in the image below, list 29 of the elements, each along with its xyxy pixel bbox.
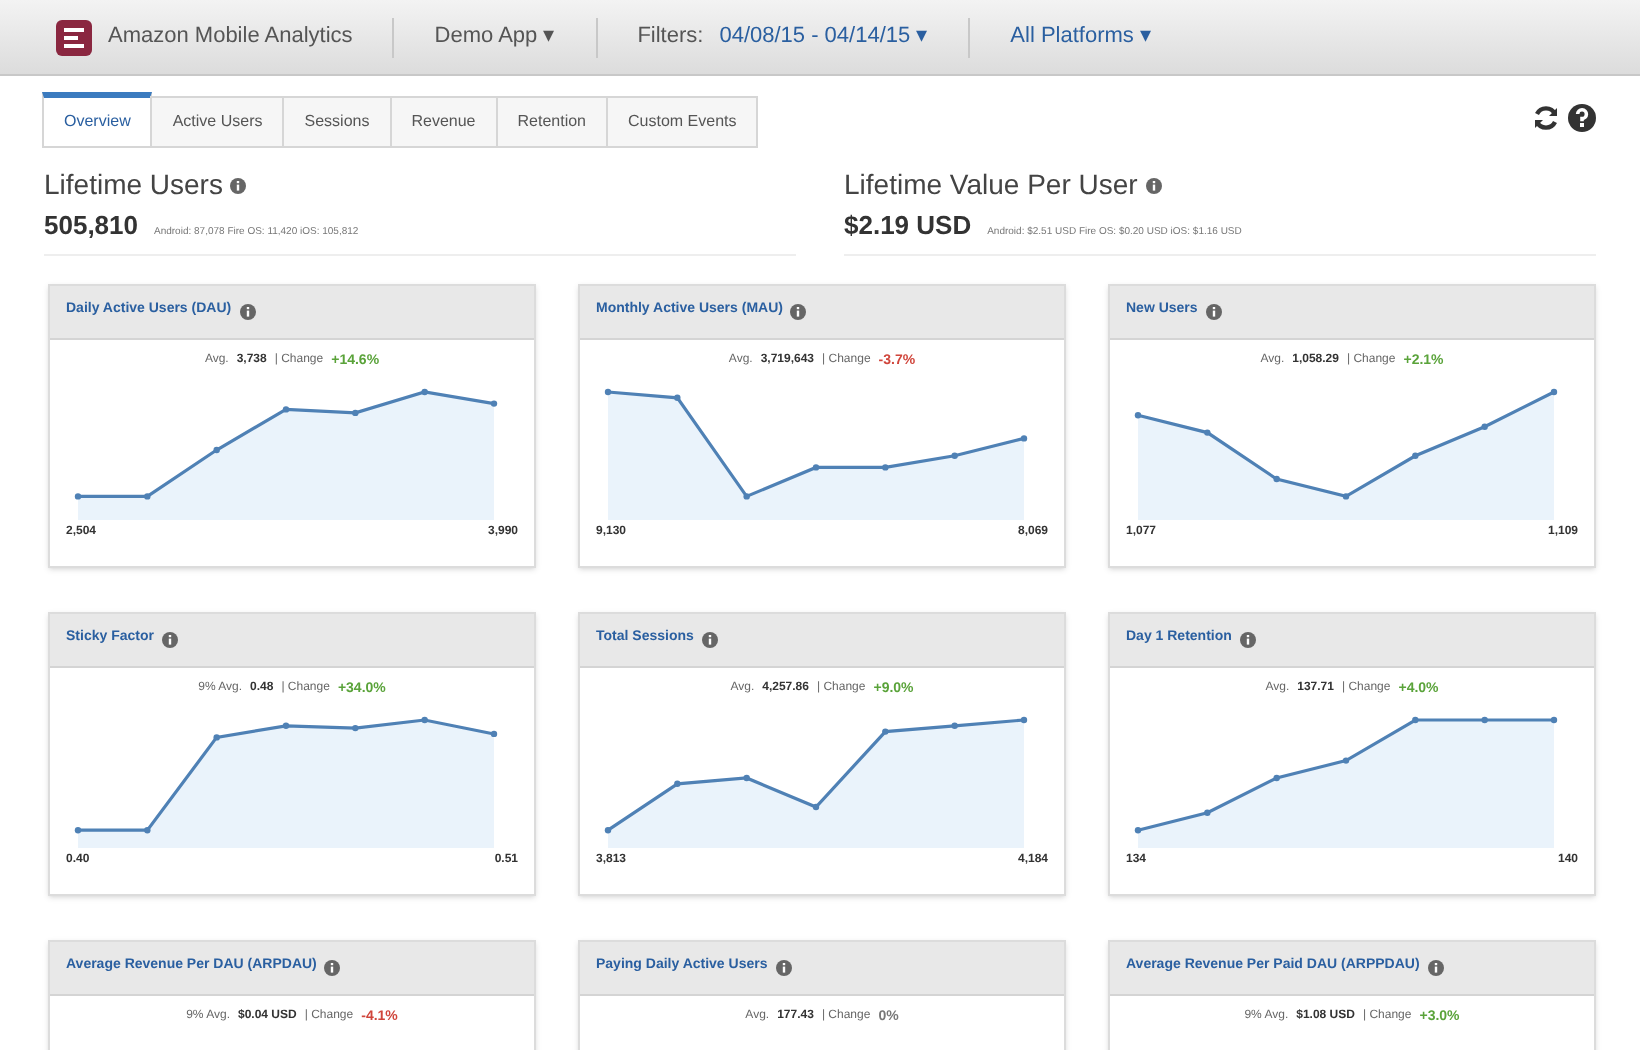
filters-label: Filters:	[637, 22, 704, 53]
summary-title: Lifetime Value Per User	[844, 166, 1138, 204]
app-dropdown[interactable]: Demo App ▾	[434, 20, 556, 54]
summary-value: $2.19 USD	[844, 208, 972, 244]
logo-icon	[56, 19, 92, 55]
info-icon[interactable]	[790, 303, 807, 319]
info-icon[interactable]	[161, 631, 178, 647]
tab[interactable]: Active Users	[150, 96, 285, 148]
summary-value: 505,810	[44, 208, 138, 244]
tab[interactable]: Custom Events	[606, 96, 759, 148]
info-icon[interactable]	[1205, 303, 1222, 319]
info-icon[interactable]	[1427, 959, 1444, 975]
info-icon[interactable]	[1145, 177, 1162, 193]
tab[interactable]: Retention	[495, 96, 608, 148]
app-title: Amazon Mobile Analytics	[108, 22, 353, 53]
info-icon[interactable]	[239, 303, 256, 319]
tab[interactable]: Overview	[42, 92, 153, 148]
info-icon[interactable]	[1239, 631, 1256, 647]
summary-title: Lifetime Users	[44, 166, 223, 204]
tab[interactable]: Sessions	[282, 96, 392, 148]
refresh-icon[interactable]	[1532, 104, 1560, 132]
help-icon[interactable]	[1568, 104, 1596, 132]
info-icon[interactable]	[775, 959, 792, 975]
tab[interactable]: Revenue	[389, 96, 498, 148]
info-icon[interactable]	[701, 631, 718, 647]
info-icon[interactable]	[324, 959, 341, 975]
platform-filter[interactable]: All Platforms ▾	[1010, 20, 1152, 54]
info-icon[interactable]	[230, 177, 247, 193]
date-filter[interactable]: 04/08/15 - 04/14/15 ▾	[719, 20, 929, 54]
